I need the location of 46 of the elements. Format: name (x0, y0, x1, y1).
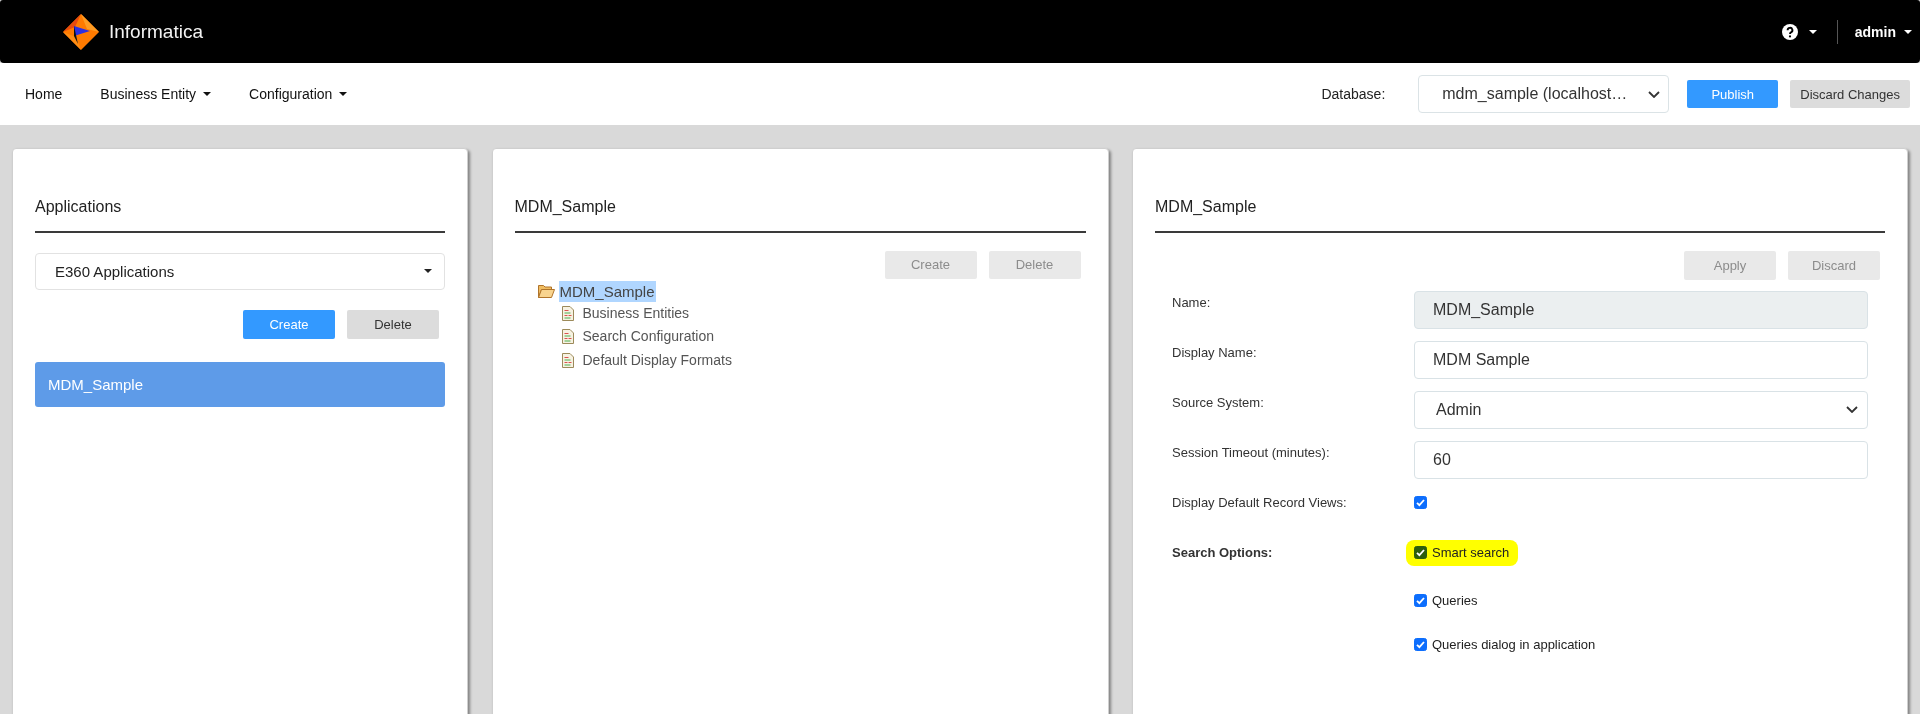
tree-item[interactable]: Search Configuration (581, 326, 716, 348)
caret-icon (1904, 29, 1912, 34)
checkbox[interactable] (1414, 546, 1427, 559)
tree-item[interactable]: Default Display Formats (581, 349, 733, 371)
caret-icon (424, 269, 432, 273)
user-menu-button[interactable]: admin (1854, 23, 1912, 40)
field-label: Session Timeout (minutes): (1172, 443, 1330, 462)
logo-icon (63, 13, 99, 50)
document-icon (561, 329, 574, 345)
discard-changes-button[interactable]: Discard Changes (1790, 80, 1910, 108)
checkbox-label: Queries (1432, 591, 1478, 610)
text-field[interactable]: MDM Sample (1414, 340, 1868, 379)
document-icon (561, 305, 574, 321)
document-icon (561, 352, 574, 368)
chevron-down-icon (1648, 90, 1661, 98)
panel-title: Applications (35, 197, 122, 217)
field-label: Display Default Record Views: (1172, 493, 1347, 512)
panel-title: MDM_Sample (514, 197, 616, 217)
help-menu-button[interactable] (1781, 23, 1817, 40)
caret-icon (1808, 29, 1817, 34)
tree-item[interactable]: Business Entities (581, 302, 691, 324)
logo-text: Informatica (109, 20, 203, 43)
tree-item[interactable]: MDM_Sample (558, 280, 656, 302)
application-dropdown[interactable]: E360 Applications (35, 252, 445, 290)
checkbox[interactable] (1414, 594, 1427, 607)
caret-icon (339, 92, 348, 96)
checkbox-label: Queries dialog in application (1432, 635, 1596, 654)
checkbox[interactable] (1414, 638, 1427, 651)
field-label: Search Options: (1172, 543, 1273, 562)
checkbox[interactable] (1414, 496, 1427, 509)
nav-menu-item[interactable]: Business Entity (100, 86, 212, 102)
field-label: Source System: (1172, 393, 1264, 412)
nav-menu-item[interactable]: Configuration (249, 86, 348, 102)
help-icon (1781, 23, 1798, 40)
field-label: Display Name: (1172, 343, 1257, 362)
database-dropdown[interactable]: mdm_sample (localhost… (1418, 75, 1670, 113)
checkbox-label: Smart search (1432, 543, 1510, 562)
caret-icon (203, 92, 212, 96)
field-label: Name: (1172, 293, 1211, 312)
chevron-down-icon (1846, 406, 1858, 413)
panel-title: MDM_Sample (1155, 197, 1257, 217)
dropdown[interactable]: Admin (1414, 390, 1868, 429)
delete-button[interactable]: Delete (347, 309, 439, 339)
database-label: Database: (1321, 86, 1386, 102)
nav-link[interactable]: Home (25, 86, 63, 102)
text-field[interactable]: 60 (1414, 440, 1868, 479)
